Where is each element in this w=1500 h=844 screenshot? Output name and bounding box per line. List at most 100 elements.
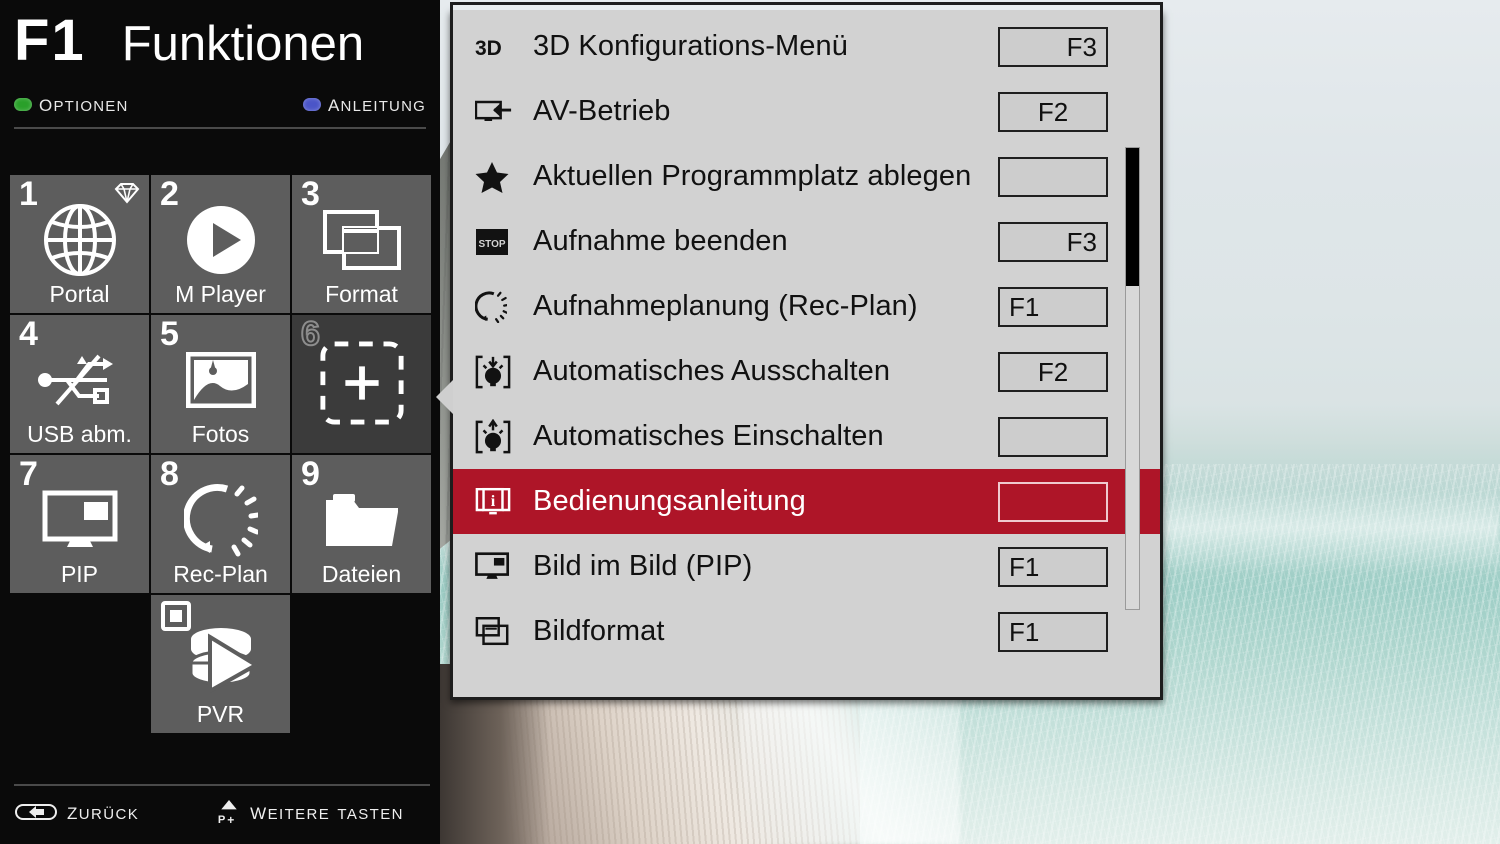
tile-label: PIP	[60, 561, 99, 587]
menu-pointer-notch	[436, 380, 453, 414]
tile-row: 7 PIP 8 Rec-Plan 9 Dateien	[10, 455, 432, 593]
timer-clock-icon	[475, 286, 521, 328]
functions-panel: F1 Funktionen Optionen Anleitung 1	[0, 0, 440, 844]
menu-item-label: Bildformat	[533, 615, 665, 647]
tile-row: 4 USB abm. 5 Fotos 6	[10, 315, 432, 453]
tile-rec-plan[interactable]: 8 Rec-Plan	[151, 455, 290, 593]
green-dot-icon	[14, 97, 32, 111]
menu-item-fkey[interactable]: F1	[998, 286, 1108, 327]
aspect-ratio-icon	[475, 611, 521, 653]
menu-item-aufnahmeplanung[interactable]: Aufnahmeplanung (Rec-Plan) F1	[453, 274, 1160, 339]
hint-bar: Zurück P + Weitere Tasten	[14, 784, 430, 826]
menu-item-label: Automatisches Einschalten	[533, 420, 884, 452]
tile-label: Format	[325, 281, 398, 307]
menu-item-fkey[interactable]: F3	[998, 26, 1108, 67]
menu-item-bildformat[interactable]: Bildformat F1	[453, 599, 1160, 664]
menu-item-fkey[interactable]: F1	[998, 611, 1108, 652]
tile-label: Portal	[49, 281, 110, 307]
pvr-disc-icon	[151, 619, 290, 701]
pip-monitor-icon	[475, 546, 521, 588]
tile-row: PVR	[10, 595, 432, 733]
svg-text:P: P	[218, 814, 226, 826]
menu-item-aktuellen-programmplatz-ablegen[interactable]: Aktuellen Programmplatz ablegen	[453, 144, 1160, 209]
tile-placeholder	[292, 595, 431, 733]
panel-header: F1 Funktionen	[0, 0, 440, 70]
tile-label: Rec-Plan	[173, 561, 268, 587]
menu-item-label: Bild im Bild (PIP)	[533, 550, 753, 582]
usb-eject-icon	[10, 339, 149, 421]
3d-text-icon: 3D	[475, 26, 521, 68]
p-plus-up-icon: P +	[217, 798, 241, 826]
back-button-icon	[14, 802, 58, 822]
stop-icon: STOP	[475, 221, 521, 263]
tile-portal[interactable]: 1 Portal	[10, 175, 149, 313]
menu-item-label: 3D Konfigurations-Menü	[533, 30, 848, 62]
star-icon	[475, 156, 521, 198]
legend-item-anleitung[interactable]: Anleitung	[303, 90, 426, 118]
folder-icon	[292, 479, 431, 561]
function-tile-grid: 1 Portal 2 M Player 3 Format 4 USB abm. …	[10, 175, 432, 735]
tv-osd-screen: F1 Funktionen Optionen Anleitung 1	[0, 0, 1500, 844]
blue-dot-icon	[303, 97, 321, 111]
legend-item-optionen[interactable]: Optionen	[14, 90, 129, 118]
tile-label: Dateien	[321, 561, 402, 587]
menu-item-aufnahme-beenden[interactable]: STOP Aufnahme beenden F3	[453, 209, 1160, 274]
menu-item-fkey[interactable]	[998, 156, 1108, 197]
tile-pip[interactable]: 7 PIP	[10, 455, 149, 593]
page-title: Funktionen	[121, 17, 365, 71]
menu-item-automatisches-ausschalten[interactable]: Automatisches Ausschalten F2	[453, 339, 1160, 404]
menu-item-bild-im-bild[interactable]: Bild im Bild (PIP) F1	[453, 534, 1160, 599]
menu-item-bedienungsanleitung[interactable]: i Bedienungsanleitung	[453, 469, 1160, 534]
header-legend: Optionen Anleitung	[14, 90, 426, 129]
play-circle-icon	[151, 199, 290, 281]
tile-label: Fotos	[191, 421, 250, 447]
tile-fotos[interactable]: 5 Fotos	[151, 315, 290, 453]
menu-item-3d-konfigurations-menu[interactable]: 3D 3D Konfigurations-Menü F3	[453, 14, 1160, 79]
menu-item-automatisches-einschalten[interactable]: Automatisches Einschalten	[453, 404, 1160, 469]
svg-text:3D: 3D	[475, 37, 502, 60]
menu-item-label: AV-Betrieb	[533, 95, 671, 127]
tile-add-shortcut[interactable]: 6	[292, 315, 431, 453]
menu-item-av-betrieb[interactable]: AV-Betrieb F2	[453, 79, 1160, 144]
page-key-badge: F1	[14, 8, 86, 73]
menu-item-fkey[interactable]	[998, 481, 1108, 522]
functions-menu-popup: 3D 3D Konfigurations-Menü F3 AV-Betrieb	[436, 2, 1163, 700]
hint-more-keys[interactable]: P + Weitere Tasten	[217, 798, 404, 826]
menu-scrollbar-thumb[interactable]	[1126, 148, 1139, 287]
tile-format[interactable]: 3 Format	[292, 175, 431, 313]
tile-usb-abmelden[interactable]: 4 USB abm.	[10, 315, 149, 453]
globe-icon	[10, 199, 149, 281]
svg-text:+: +	[227, 813, 234, 826]
tile-row: 1 Portal 2 M Player 3 Format	[10, 175, 432, 313]
hint-back[interactable]: Zurück	[14, 798, 139, 826]
tile-pvr[interactable]: PVR	[151, 595, 290, 733]
menu-item-label: Aktuellen Programmplatz ablegen	[533, 160, 972, 192]
tile-label: PVR	[196, 701, 245, 727]
av-input-icon	[475, 91, 521, 133]
info-manual-icon: i	[475, 481, 521, 523]
menu-item-fkey[interactable]	[998, 416, 1108, 457]
tile-m-player[interactable]: 2 M Player	[151, 175, 290, 313]
tile-dateien[interactable]: 9 Dateien	[292, 455, 431, 593]
legend-label-optionen: Optionen	[39, 90, 129, 117]
tile-placeholder	[10, 595, 149, 733]
add-tile-icon	[292, 333, 431, 433]
menu-item-label: Aufnahme beenden	[533, 225, 788, 257]
tile-label: M Player	[175, 281, 266, 307]
legend-label-anleitung: Anleitung	[328, 90, 426, 117]
svg-text:i: i	[491, 493, 496, 510]
pip-monitor-icon	[10, 479, 149, 561]
menu-item-label: Aufnahmeplanung (Rec-Plan)	[533, 290, 918, 322]
tile-label: USB abm.	[27, 421, 132, 447]
svg-text:STOP: STOP	[478, 239, 505, 250]
clock-power-on-icon	[475, 416, 521, 458]
hint-more-keys-label: Weitere Tasten	[250, 798, 404, 825]
photo-icon	[151, 339, 290, 421]
menu-item-fkey[interactable]: F3	[998, 221, 1108, 262]
menu-item-fkey[interactable]: F1	[998, 546, 1108, 587]
hint-back-label: Zurück	[67, 798, 140, 825]
menu-item-fkey[interactable]: F2	[998, 351, 1108, 392]
menu-scrollbar-track[interactable]	[1125, 147, 1140, 610]
menu-item-fkey[interactable]: F2	[998, 91, 1108, 132]
menu-list: 3D 3D Konfigurations-Menü F3 AV-Betrieb	[453, 10, 1160, 697]
